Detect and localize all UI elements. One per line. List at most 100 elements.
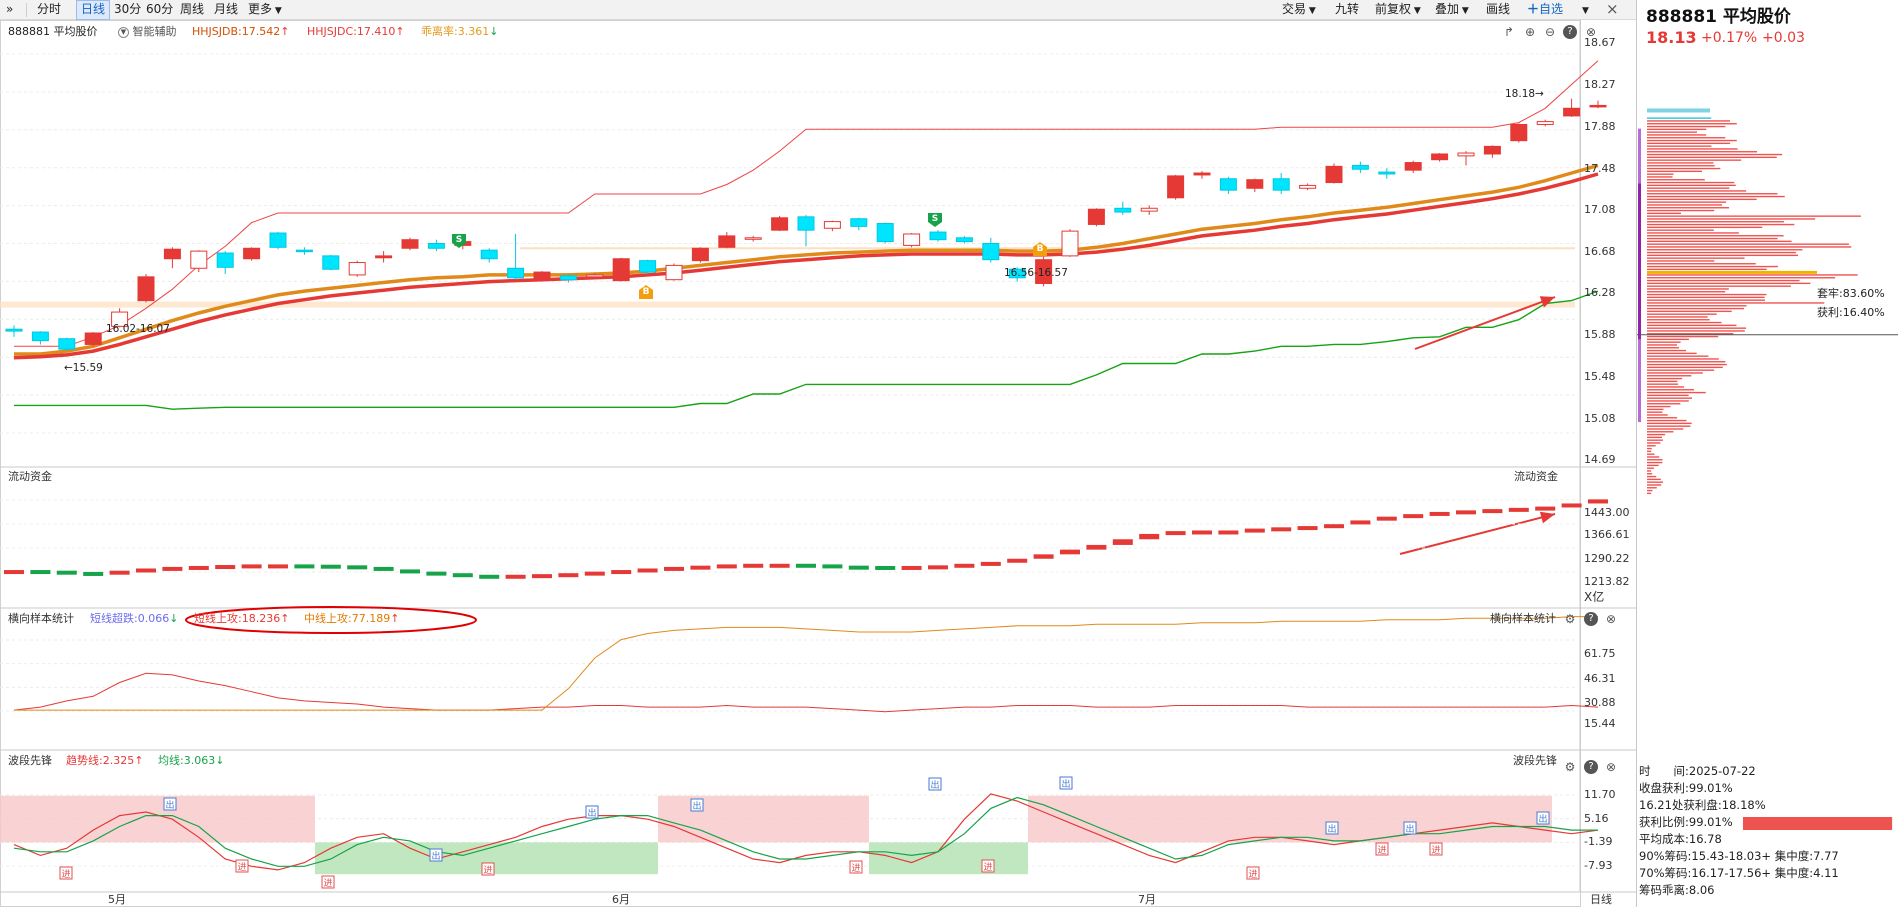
chip-bar — [1647, 226, 1763, 229]
double-chevron-right-icon[interactable]: » — [6, 0, 22, 20]
indicator-value: 乖离率:3.361 — [421, 25, 490, 38]
chip-bar — [1647, 237, 1778, 240]
close-icon[interactable]: × — [1606, 0, 1619, 20]
flow-bar — [1086, 544, 1107, 550]
flow-bar — [109, 570, 130, 575]
arrow-up-icon: ↑ — [390, 612, 400, 625]
stat-line: 70%筹码:16.17-17.56+ 集中度:4.11 — [1639, 866, 1839, 880]
chip-bar — [1647, 369, 1715, 371]
chip-bar — [1647, 207, 1730, 209]
chip-bar — [1647, 296, 1765, 299]
chip-bar — [1647, 181, 1735, 184]
marker-label: 出 — [431, 850, 440, 862]
candle-body — [1589, 104, 1607, 108]
close-icon[interactable]: ⊗ — [1604, 612, 1618, 626]
smart-assist-toggle[interactable]: ▼ 智能辅助 — [118, 25, 177, 39]
chip-bar — [1647, 249, 1803, 251]
chip-bar — [1647, 484, 1662, 486]
marker-label: 出 — [587, 807, 596, 819]
close-icon[interactable]: ⊗ — [1604, 760, 1618, 774]
tab-weekly[interactable]: 周线 — [180, 0, 204, 20]
draw-line-button[interactable]: 画线 — [1486, 0, 1510, 20]
tab-30min[interactable]: 30分 — [114, 0, 141, 20]
tab-monthly[interactable]: 月线 — [214, 0, 238, 20]
chip-bar — [1647, 439, 1663, 441]
forward-adjust-button[interactable]: 前复权 ▼ — [1375, 0, 1421, 20]
flow-bar — [875, 565, 896, 570]
candle-body — [375, 255, 393, 259]
arrow-up-icon: ↑ — [395, 25, 405, 38]
help-icon[interactable]: ? — [1584, 760, 1598, 774]
candle-body — [348, 262, 366, 276]
candle-body — [5, 328, 23, 332]
candle — [507, 233, 525, 280]
exit-marker: 出 — [163, 797, 177, 811]
flow-bar — [1588, 499, 1608, 504]
tab-60min[interactable]: 60分 — [146, 0, 173, 20]
tab-intraday[interactable]: 分时 — [37, 0, 61, 20]
chip-bar — [1647, 139, 1737, 142]
candle — [269, 232, 287, 250]
candle — [1219, 176, 1237, 194]
candle — [84, 332, 102, 347]
candle — [348, 260, 366, 277]
chart-toolbar: » 分时 日线 30分 60分 周线 月线 更多 ▼ 交易 ▼ 九转 前复权 ▼… — [0, 0, 1636, 20]
chip-bar — [1647, 165, 1715, 167]
candle — [427, 239, 445, 252]
x-tick-month: 6月 — [612, 893, 630, 906]
candle — [1483, 145, 1501, 158]
candle — [612, 257, 630, 282]
flow-bar — [1403, 514, 1424, 519]
tab-more[interactable]: 更多 ▼ — [248, 0, 282, 20]
export-icon[interactable]: ↱ — [1502, 25, 1516, 39]
tab-daily[interactable]: 日线 — [76, 0, 110, 20]
chip-bar — [1647, 125, 1726, 128]
plot-border — [0, 20, 1581, 907]
arrow-down-icon: ↓ — [489, 25, 499, 38]
chip-bar — [1647, 344, 1678, 346]
gear-icon[interactable]: ⚙ — [1563, 612, 1577, 626]
help-icon[interactable]: ? — [1584, 612, 1598, 626]
forward-adjust-label: 前复权 — [1375, 2, 1412, 16]
candle — [375, 251, 393, 263]
caret-down-icon: ▼ — [1459, 6, 1469, 16]
exit-marker: 出 — [928, 777, 942, 791]
chip-bar — [1647, 307, 1744, 310]
chip-bar — [1647, 128, 1707, 131]
flow-bar — [901, 565, 922, 570]
trade-button[interactable]: 交易 ▼ — [1282, 0, 1316, 20]
candle — [876, 222, 894, 244]
caret-down-icon[interactable]: ▼ — [1582, 0, 1589, 20]
gear-icon[interactable]: ⚙ — [1563, 760, 1577, 774]
candle-body — [771, 217, 789, 231]
chip-bar — [1647, 372, 1703, 374]
candle-body — [58, 338, 76, 350]
chip-bar — [1647, 310, 1732, 313]
zoom-out-icon[interactable]: ⊖ — [1543, 25, 1557, 39]
candle-body — [823, 221, 841, 229]
help-icon[interactable]: ? — [1563, 25, 1577, 39]
add-watchlist-button[interactable]: ＋自选 — [1527, 0, 1563, 20]
candle — [1325, 163, 1343, 184]
chip-bar — [1647, 375, 1692, 377]
chip-bar — [1647, 254, 1799, 257]
candle-body — [31, 331, 49, 342]
chip-bar — [1647, 419, 1687, 422]
flow-bar — [1192, 530, 1212, 535]
chip-bar — [1647, 459, 1663, 461]
flow-bar — [83, 571, 104, 576]
candle-body — [955, 237, 973, 243]
overlay-button[interactable]: 叠加 ▼ — [1435, 0, 1469, 20]
chart-canvas: SSBB出出出出出 出出 出出进进进进进进进进进 — [0, 20, 1636, 907]
marker-label: 出 — [1327, 823, 1336, 835]
candle — [58, 337, 76, 352]
marker-label: 出 — [692, 800, 701, 812]
nine-turn-button[interactable]: 九转 — [1335, 0, 1359, 20]
marker-label: 进 — [61, 869, 70, 880]
candle — [1299, 183, 1317, 191]
flow-bar — [1218, 530, 1239, 535]
chip-bar — [1647, 184, 1736, 187]
bear-zone — [869, 842, 1028, 875]
zoom-in-icon[interactable]: ⊕ — [1523, 25, 1537, 39]
flow-bar — [1508, 507, 1529, 512]
